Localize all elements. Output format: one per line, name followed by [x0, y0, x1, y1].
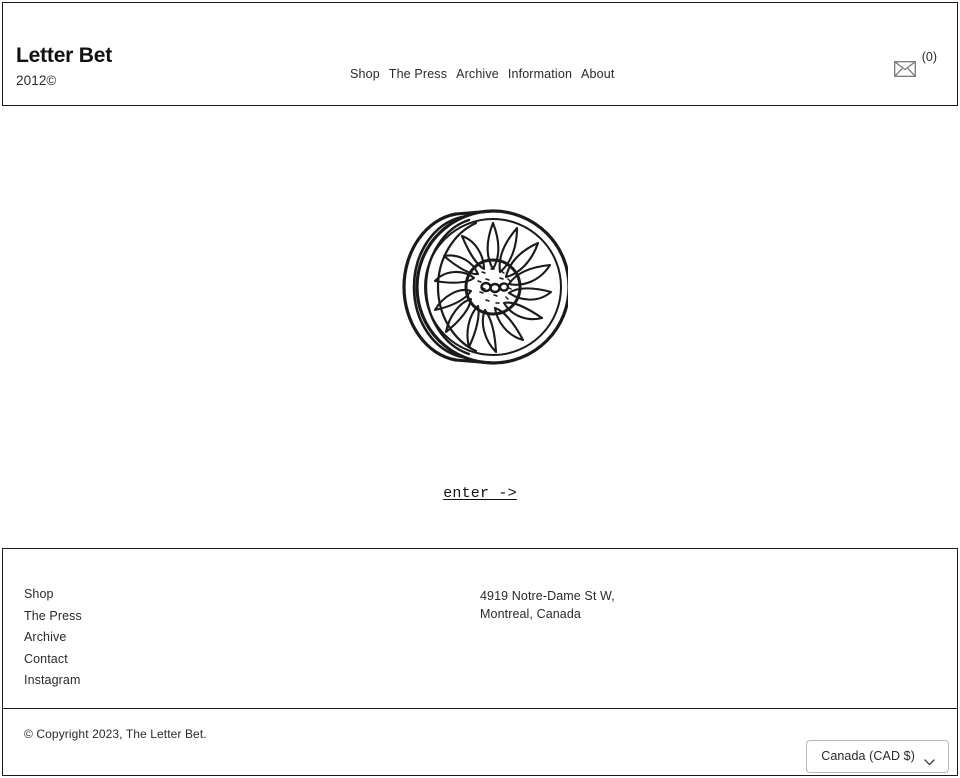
- brand[interactable]: Letter Bet 2012©: [16, 43, 112, 90]
- footer-bottom-section: © Copyright 2023, The Letter Bet. Canada…: [3, 709, 957, 775]
- brand-title: Letter Bet: [16, 44, 113, 67]
- currency-selected-label: Canada (CAD $): [821, 749, 915, 763]
- chevron-down-icon: [924, 753, 935, 766]
- footer-link-contact[interactable]: Contact: [24, 652, 82, 667]
- currency-selector[interactable]: Canada (CAD $): [806, 740, 949, 773]
- nav-item-information[interactable]: Information: [508, 66, 572, 83]
- copyright-text: © Copyright 2023, The Letter Bet.: [24, 727, 207, 741]
- main-navigation: Shop The Press Archive Information About: [350, 66, 614, 83]
- footer-link-instagram[interactable]: Instagram: [24, 673, 82, 688]
- footer-top-section: Shop The Press Archive Contact Instagram…: [3, 549, 957, 709]
- site-footer: Shop The Press Archive Contact Instagram…: [2, 548, 958, 776]
- site-header: Letter Bet 2012© Shop The Press Archive …: [2, 2, 958, 106]
- footer-link-shop[interactable]: Shop: [24, 587, 82, 602]
- nav-item-the-press[interactable]: The Press: [389, 66, 447, 83]
- address-line-2: Montreal, Canada: [480, 607, 581, 621]
- footer-link-the-press[interactable]: The Press: [24, 609, 82, 624]
- cart-button[interactable]: (0): [893, 47, 937, 77]
- wheel-flower-illustration: [396, 207, 568, 367]
- page-root: Letter Bet 2012© Shop The Press Archive …: [0, 0, 960, 778]
- footer-link-archive[interactable]: Archive: [24, 630, 82, 645]
- footer-address: 4919 Notre-Dame St W, Montreal, Canada: [480, 587, 615, 623]
- main-content: enter ->: [0, 106, 960, 548]
- footer-link-list: Shop The Press Archive Contact Instagram: [24, 587, 82, 688]
- envelope-icon: [893, 61, 916, 77]
- cart-count: (0): [921, 50, 937, 64]
- nav-item-shop[interactable]: Shop: [350, 66, 380, 83]
- nav-item-archive[interactable]: Archive: [456, 66, 499, 83]
- brand-subtitle: 2012©: [16, 73, 57, 88]
- enter-link-container: enter ->: [0, 484, 960, 504]
- nav-item-about[interactable]: About: [581, 66, 614, 83]
- enter-link[interactable]: enter ->: [443, 485, 517, 502]
- address-line-1: 4919 Notre-Dame St W,: [480, 589, 615, 603]
